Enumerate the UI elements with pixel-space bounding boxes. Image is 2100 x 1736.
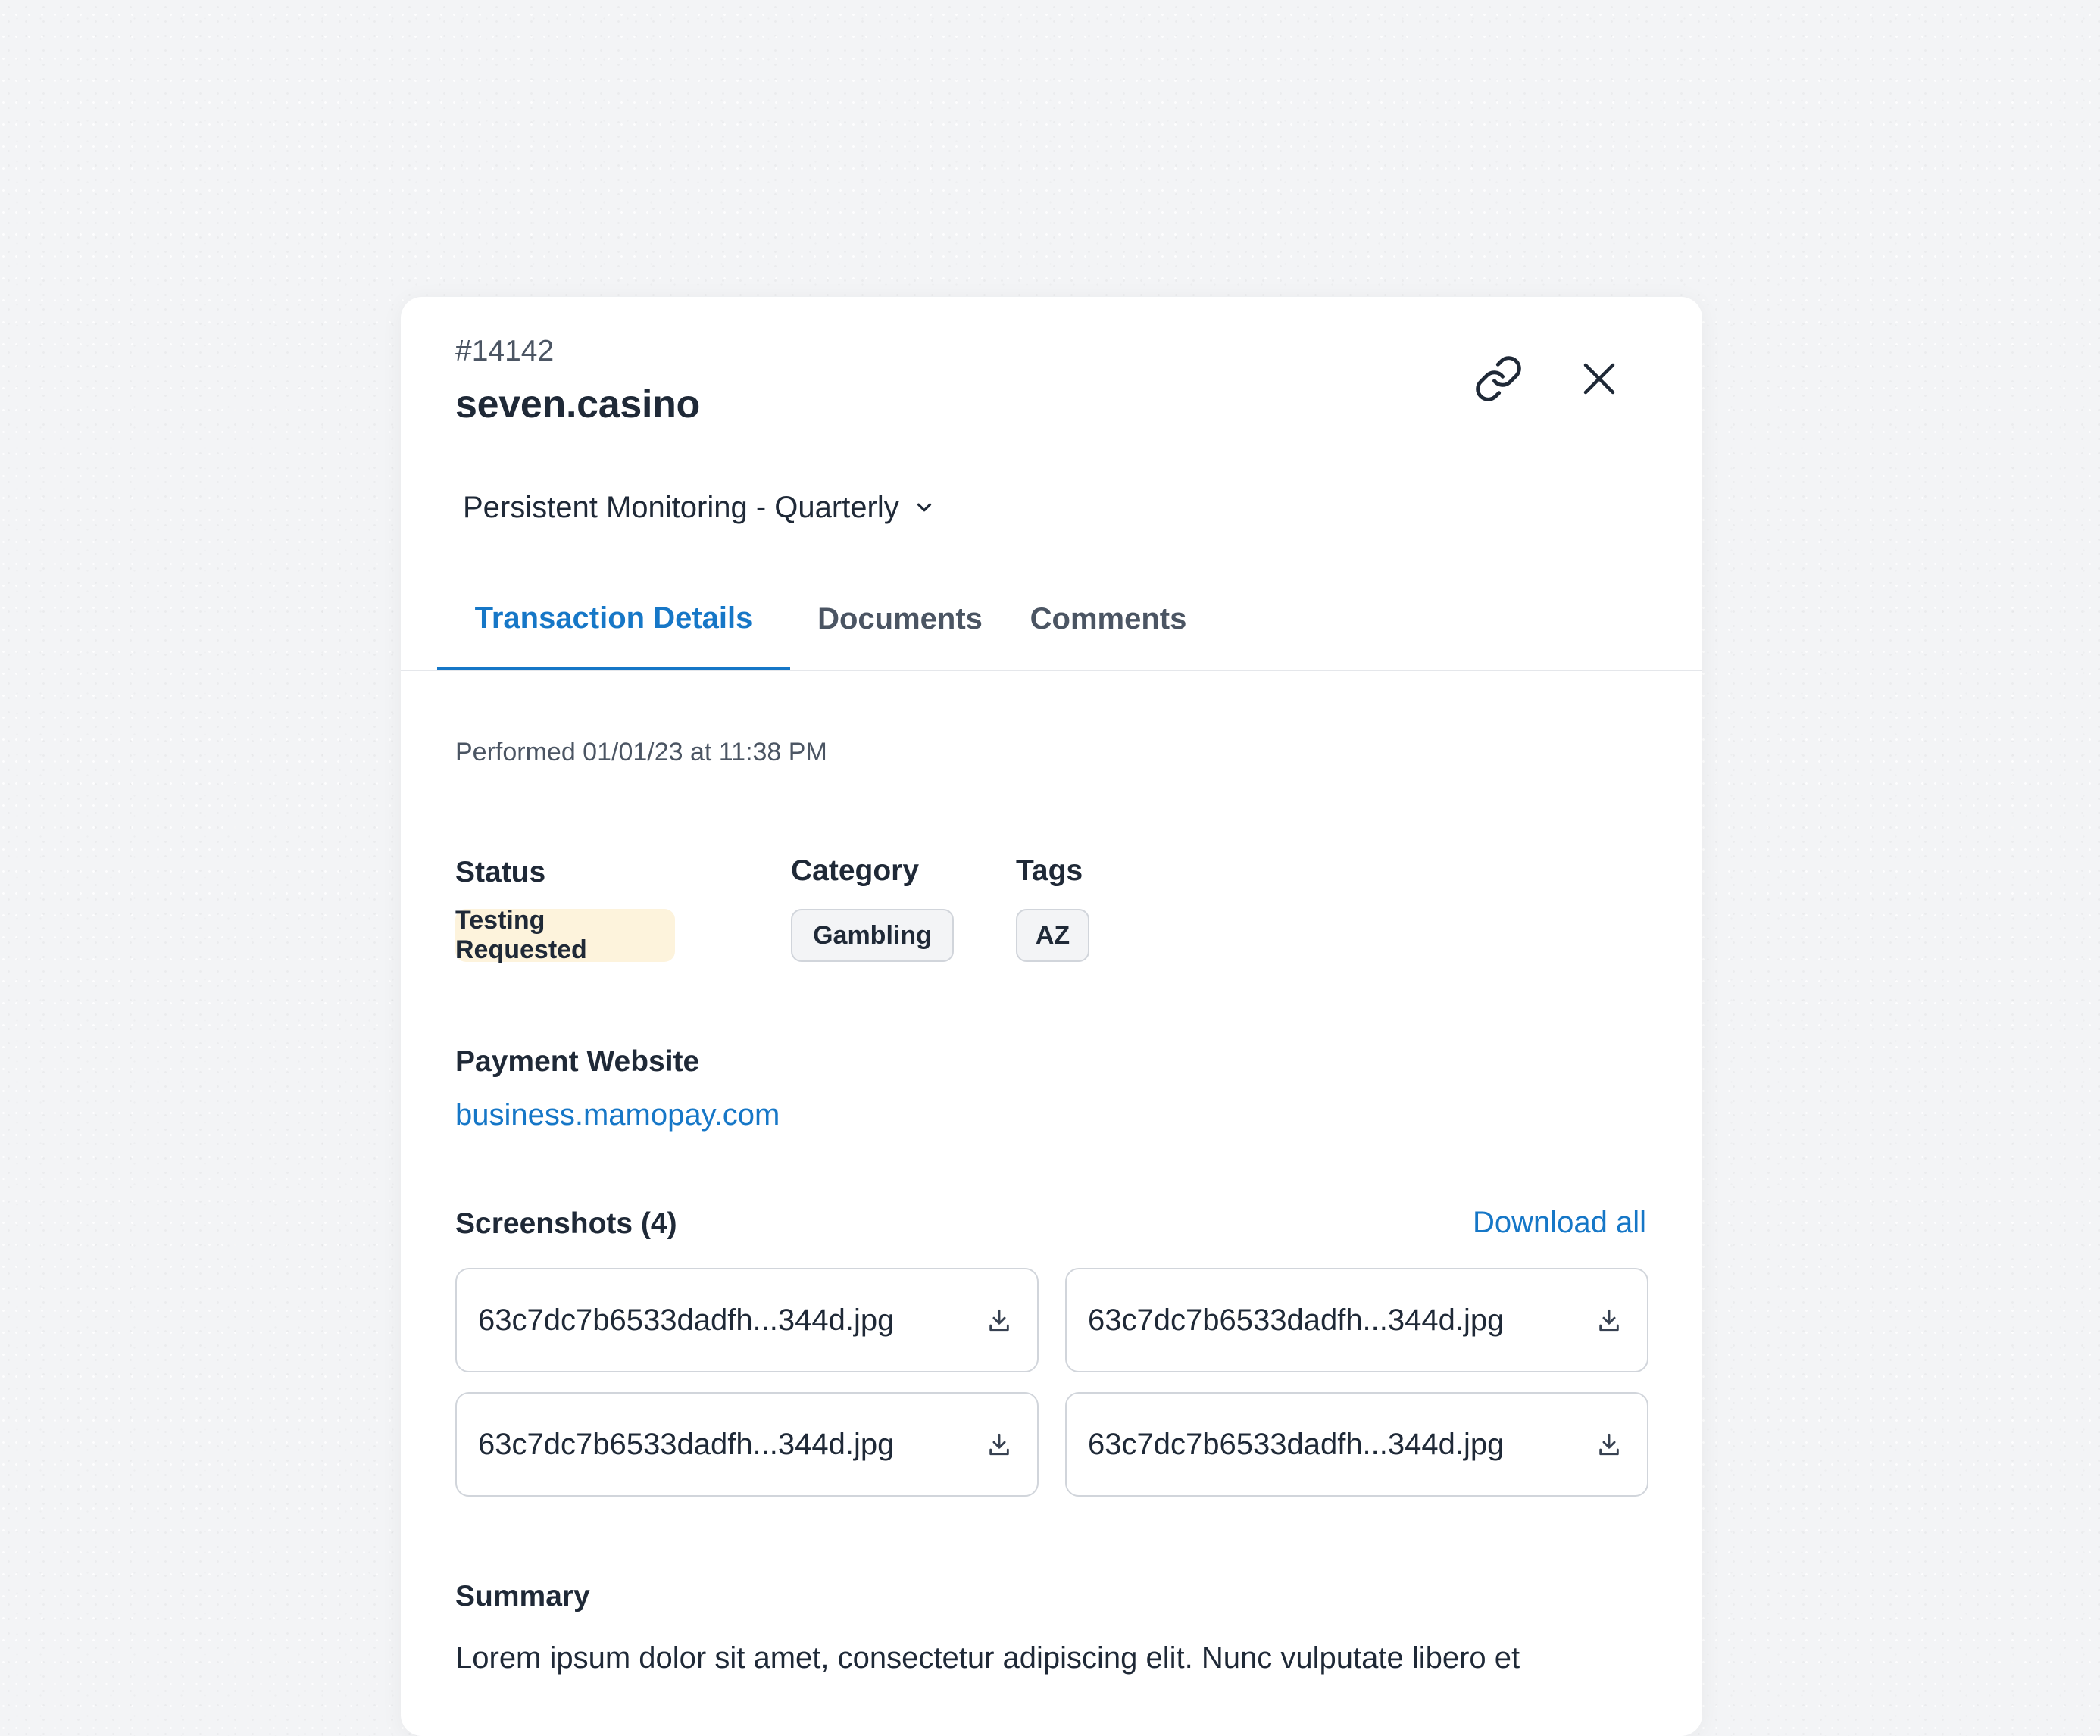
- monitoring-plan-value: Persistent Monitoring - Quarterly: [463, 491, 899, 524]
- download-all-link[interactable]: Download all: [1473, 1207, 1646, 1238]
- screenshot-file-name: 63c7dc7b6533dadfh...344d.jpg: [1088, 1303, 1505, 1337]
- merchant-name: seven.casino: [455, 382, 701, 426]
- monitoring-plan-dropdown[interactable]: Persistent Monitoring - Quarterly: [463, 492, 936, 523]
- copy-link-button[interactable]: [1468, 348, 1529, 409]
- tag-badge: AZ: [1016, 909, 1089, 962]
- screenshot-file-card[interactable]: 63c7dc7b6533dadfh...344d.jpg: [1065, 1392, 1648, 1497]
- download-icon[interactable]: [1594, 1305, 1624, 1335]
- close-button[interactable]: [1569, 348, 1630, 409]
- detail-tabs: Transaction Details Documents Comments: [401, 570, 1702, 671]
- screenshot-file-name: 63c7dc7b6533dadfh...344d.jpg: [478, 1427, 895, 1461]
- transaction-detail-panel: #14142 seven.casino Persistent Monitorin…: [401, 297, 1702, 1736]
- summary-text: Lorem ipsum dolor sit amet, consectetur …: [455, 1641, 1520, 1675]
- screenshot-file-card[interactable]: 63c7dc7b6533dadfh...344d.jpg: [455, 1392, 1039, 1497]
- screenshot-file-card[interactable]: 63c7dc7b6533dadfh...344d.jpg: [1065, 1268, 1648, 1372]
- category-label: Category: [791, 854, 920, 887]
- screenshots-label: Screenshots (4): [455, 1207, 677, 1240]
- transaction-id: #14142: [455, 335, 555, 367]
- close-icon: [1583, 363, 1615, 395]
- chevron-down-icon: [917, 503, 931, 512]
- screenshot-file-name: 63c7dc7b6533dadfh...344d.jpg: [1088, 1427, 1505, 1461]
- payment-website-link[interactable]: business.mamopay.com: [455, 1098, 780, 1136]
- download-icon[interactable]: [1594, 1429, 1624, 1460]
- payment-website-label: Payment Website: [455, 1045, 700, 1078]
- performed-timestamp: Performed 01/01/23 at 11:38 PM: [455, 738, 827, 767]
- status-badge: Testing Requested: [455, 906, 675, 964]
- download-icon[interactable]: [984, 1429, 1014, 1460]
- tab-comments[interactable]: Comments: [1010, 570, 1207, 668]
- link-icon: [1476, 356, 1521, 401]
- tab-transaction-details[interactable]: Transaction Details: [437, 570, 790, 670]
- tags-label: Tags: [1016, 854, 1083, 887]
- category-badge: Gambling: [791, 909, 954, 962]
- summary-label: Summary: [455, 1580, 590, 1613]
- screenshot-file-name: 63c7dc7b6533dadfh...344d.jpg: [478, 1303, 895, 1337]
- screenshot-file-card[interactable]: 63c7dc7b6533dadfh...344d.jpg: [455, 1268, 1039, 1372]
- download-icon[interactable]: [984, 1305, 1014, 1335]
- status-label: Status: [455, 856, 546, 888]
- tab-documents[interactable]: Documents: [790, 570, 1010, 668]
